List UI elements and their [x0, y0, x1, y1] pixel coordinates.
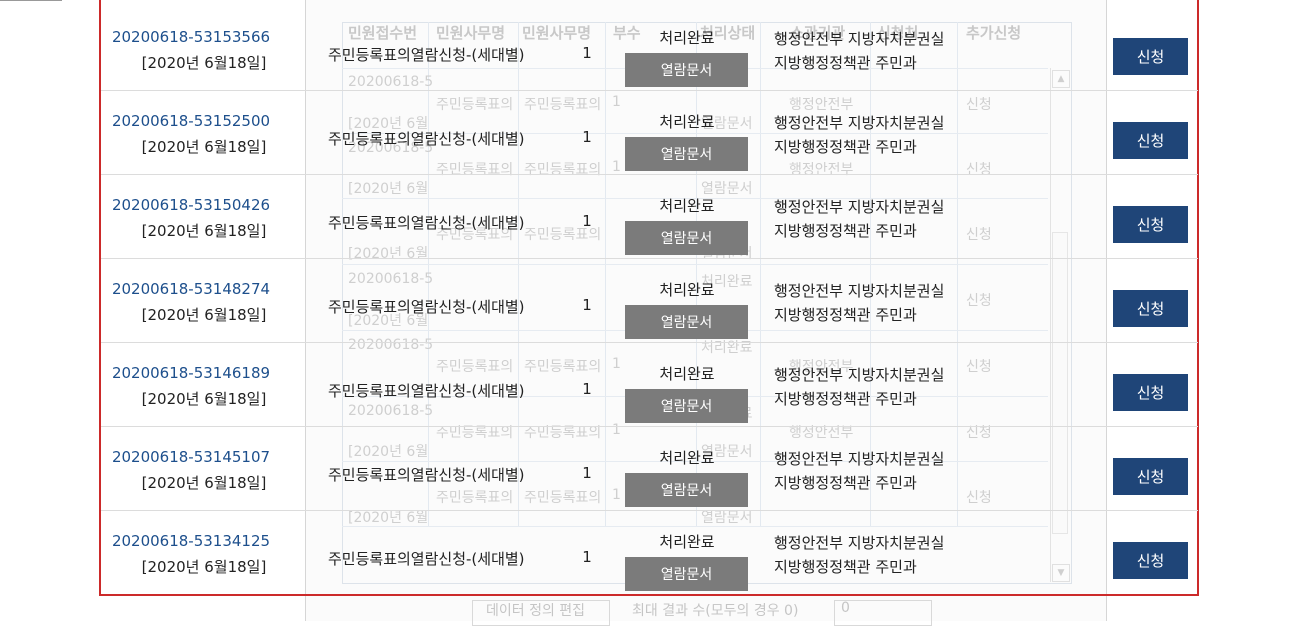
status-text: 처리완료 [659, 113, 715, 131]
application-id-link[interactable]: 20200618-53150426 [101, 196, 281, 214]
background-max-results-value: 0 [841, 600, 850, 616]
application-id-link[interactable]: 20200618-53146189 [101, 364, 281, 382]
application-name: 주민등록표의열람신청-(세대별) [328, 298, 525, 316]
application-name: 주민등록표의열람신청-(세대별) [328, 550, 525, 568]
agency-line-1: 행정안전부 지방자치분권실 [774, 114, 945, 132]
application-name: 주민등록표의열람신청-(세대별) [328, 130, 525, 148]
agency-line-2: 지방행정정책관 주민과 [774, 222, 917, 240]
copy-count: 1 [582, 296, 592, 314]
agency-line-2: 지방행정정책관 주민과 [774, 306, 917, 324]
application-id-link[interactable]: 20200618-53148274 [101, 280, 281, 298]
background-max-results-label: 최대 결과 수(모두의 경우 0) [632, 603, 799, 619]
apply-button[interactable]: 신청 [1113, 290, 1188, 327]
application-name: 주민등록표의열람신청-(세대별) [328, 46, 525, 64]
view-document-button[interactable]: 열람문서 [625, 473, 748, 507]
application-date: [2020년 6월18일] [141, 474, 267, 492]
apply-button[interactable]: 신청 [1113, 206, 1188, 243]
view-document-button[interactable]: 열람문서 [625, 389, 748, 423]
list-item: 20200618-53150426 [2020년 6월18일] 주민등록표의열람… [101, 175, 1198, 259]
agency-line-1: 행정안전부 지방자치분권실 [774, 282, 945, 300]
status-text: 처리완료 [659, 365, 715, 383]
apply-button[interactable]: 신청 [1113, 122, 1188, 159]
application-date: [2020년 6월18일] [141, 138, 267, 156]
application-date: [2020년 6월18일] [141, 558, 267, 576]
status-text: 처리완료 [659, 449, 715, 467]
agency-line-2: 지방행정정책관 주민과 [774, 390, 917, 408]
view-document-button[interactable]: 열람문서 [625, 221, 748, 255]
application-date: [2020년 6월18일] [141, 222, 267, 240]
apply-button[interactable]: 신청 [1113, 374, 1188, 411]
copy-count: 1 [582, 128, 592, 146]
application-id-link[interactable]: 20200618-53152500 [101, 112, 281, 130]
application-id-link[interactable]: 20200618-53134125 [101, 532, 281, 550]
list-item: 20200618-53134125 [2020년 6월18일] 주민등록표의열람… [101, 511, 1198, 595]
status-text: 처리완료 [659, 533, 715, 551]
view-document-button[interactable]: 열람문서 [625, 557, 748, 591]
agency-line-1: 행정안전부 지방자치분권실 [774, 450, 945, 468]
status-text: 처리완료 [659, 29, 715, 47]
application-name: 주민등록표의열람신청-(세대별) [328, 214, 525, 232]
background-edit-label: 데이터 정의 편집 [486, 603, 586, 619]
agency-line-1: 행정안전부 지방자치분권실 [774, 534, 945, 552]
application-id-link[interactable]: 20200618-53153566 [101, 28, 281, 46]
application-date: [2020년 6월18일] [141, 54, 267, 72]
application-date: [2020년 6월18일] [141, 306, 267, 324]
list-item: 20200618-53146189 [2020년 6월18일] 주민등록표의열람… [101, 343, 1198, 427]
list-item: 20200618-53148274 [2020년 6월18일] 주민등록표의열람… [101, 259, 1198, 343]
apply-button[interactable]: 신청 [1113, 38, 1188, 75]
copy-count: 1 [582, 548, 592, 566]
agency-line-2: 지방행정정책관 주민과 [774, 138, 917, 156]
view-document-button[interactable]: 열람문서 [625, 137, 748, 171]
copy-count: 1 [582, 212, 592, 230]
top-divider [0, 0, 62, 1]
view-document-button[interactable]: 열람문서 [625, 305, 748, 339]
apply-button[interactable]: 신청 [1113, 458, 1188, 495]
list-item: 20200618-53145107 [2020년 6월18일] 주민등록표의열람… [101, 427, 1198, 511]
agency-line-2: 지방행정정책관 주민과 [774, 558, 917, 576]
agency-line-1: 행정안전부 지방자치분권실 [774, 198, 945, 216]
application-date: [2020년 6월18일] [141, 390, 267, 408]
status-text: 처리완료 [659, 281, 715, 299]
agency-line-2: 지방행정정책관 주민과 [774, 54, 917, 72]
copy-count: 1 [582, 380, 592, 398]
application-name: 주민등록표의열람신청-(세대별) [328, 466, 525, 484]
list-item: 20200618-53152500 [2020년 6월18일] 주민등록표의열람… [101, 91, 1198, 175]
copy-count: 1 [582, 44, 592, 62]
copy-count: 1 [582, 464, 592, 482]
apply-button[interactable]: 신청 [1113, 542, 1188, 579]
status-text: 처리완료 [659, 197, 715, 215]
agency-line-2: 지방행정정책관 주민과 [774, 474, 917, 492]
application-id-link[interactable]: 20200618-53145107 [101, 448, 281, 466]
list-item: 20200618-53153566 [2020년 6월18일] 주민등록표의열람… [101, 7, 1198, 91]
agency-line-1: 행정안전부 지방자치분권실 [774, 366, 945, 384]
agency-line-1: 행정안전부 지방자치분권실 [774, 30, 945, 48]
application-name: 주민등록표의열람신청-(세대별) [328, 382, 525, 400]
view-document-button[interactable]: 열람문서 [625, 53, 748, 87]
